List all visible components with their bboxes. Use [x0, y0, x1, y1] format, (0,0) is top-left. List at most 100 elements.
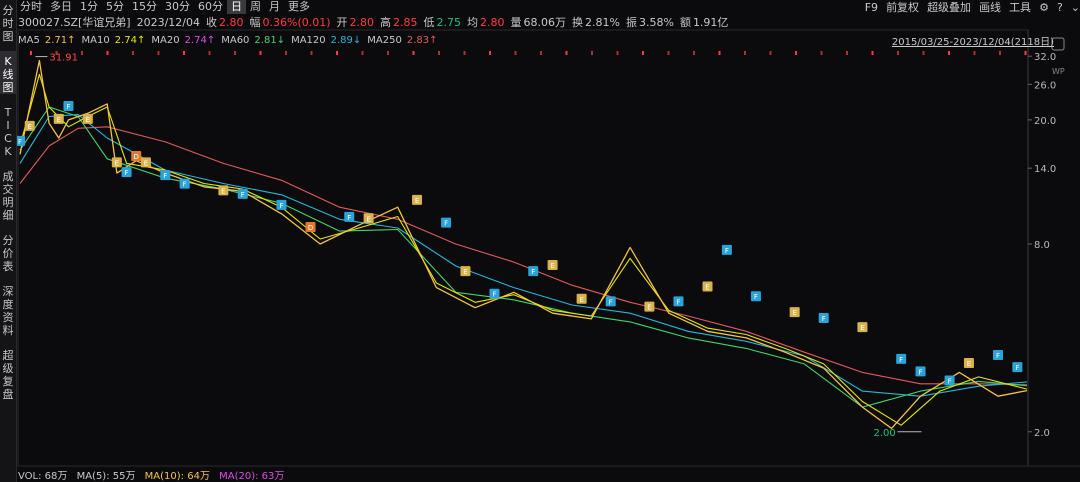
event-badge-letter-2: F: [66, 103, 70, 111]
event-badge-letter-27: E: [705, 284, 709, 292]
timeframe-tab-2[interactable]: 1分: [76, 0, 102, 14]
event-badge-letter-23: E: [579, 296, 583, 304]
ma-line-0: [19, 126, 1028, 386]
ma-legend-name-0: MA5: [18, 34, 40, 46]
side-tab-4[interactable]: 分价表: [0, 230, 16, 273]
event-badge-letter-12: F: [241, 191, 245, 199]
top-event-mark-8: [234, 51, 236, 55]
top-event-mark-31: [820, 51, 823, 55]
y-tick-label-0: 32.0: [1034, 52, 1056, 63]
side-tab-2[interactable]: TICK: [0, 102, 16, 158]
top-event-mark-34: [897, 51, 899, 55]
top-event-mark-39: [1024, 51, 1027, 55]
open-value: 2.80: [349, 15, 375, 29]
gear-icon[interactable]: ⚙: [1039, 1, 1049, 14]
top-event-mark-26: [693, 51, 695, 55]
event-badge-letter-15: F: [347, 214, 351, 222]
y-tick-label-2: 20.0: [1034, 116, 1056, 127]
event-badge-letter-37: F: [996, 352, 1000, 360]
event-badge-letter-17: E: [415, 197, 419, 205]
amount-value: 1.91亿: [692, 16, 729, 29]
stock-code-name[interactable]: 300027.SZ[华谊兄弟]: [18, 14, 131, 30]
side-tab-5[interactable]: 深度资料: [0, 281, 16, 337]
top-event-mark-16: [438, 51, 440, 55]
volume-label: 量: [510, 16, 522, 29]
date-range[interactable]: 2015/03/25-2023/12/04(2118日): [892, 33, 1054, 48]
event-badge-letter-13: F: [279, 202, 283, 210]
toolbar-item-0[interactable]: F9: [865, 1, 878, 14]
top-event-mark-19: [514, 51, 517, 55]
volume-value: 68.06万: [523, 16, 567, 29]
event-badge-letter-5: E: [115, 159, 119, 167]
top-event-mark-32: [846, 51, 848, 55]
toolbar-item-1[interactable]: 前复权: [886, 0, 919, 15]
event-badge-letter-0: F: [18, 138, 22, 146]
toolbar-item-2[interactable]: 超级叠加: [927, 0, 971, 15]
toolbar-item-3[interactable]: 画线: [979, 0, 1001, 15]
top-event-mark-29: [769, 51, 772, 55]
side-tab-1[interactable]: K线图: [0, 51, 16, 94]
amount-label: 额: [679, 16, 691, 29]
y-tick-label-4: 8.0: [1034, 240, 1050, 251]
timeframe-tab-3[interactable]: 5分: [102, 0, 128, 14]
event-badge-letter-36: E: [967, 360, 971, 368]
close-label: 收: [206, 16, 217, 29]
vol-value: VOL: 68万: [18, 471, 68, 482]
timeframe-tab-1[interactable]: 多日: [46, 0, 76, 14]
event-badge-letter-29: F: [754, 293, 758, 301]
top-event-mark-6: [183, 51, 185, 55]
side-tab-6[interactable]: 超级复盘: [0, 345, 16, 401]
event-badge-letter-20: F: [492, 291, 496, 299]
top-event-mark-7: [208, 51, 211, 55]
y-tick-label-5: 2.0: [1034, 428, 1050, 439]
top-event-mark-30: [795, 51, 797, 55]
event-badge-letter-10: F: [183, 181, 187, 189]
timeframe-tab-0[interactable]: 分时: [16, 0, 46, 14]
timeframe-tab-7[interactable]: 日: [227, 0, 246, 14]
toolbar-right-tools: F9 前复权 超级叠加 画线 工具 ⚙? ⌄: [857, 0, 1080, 15]
event-badge-letter-30: E: [792, 309, 796, 317]
ma-line-1: [19, 114, 1028, 397]
vol-ma10: MA(10): 64万: [144, 471, 210, 482]
top-event-mark-15: [412, 51, 415, 55]
side-tab-3[interactable]: 成交明细: [0, 166, 16, 222]
event-badge-letter-7: D: [134, 153, 139, 161]
timeframe-tab-5[interactable]: 30分: [161, 0, 194, 14]
event-badge-letter-8: E: [144, 159, 148, 167]
top-event-mark-11: [310, 51, 313, 55]
event-badge-letter-18: F: [444, 220, 448, 228]
top-event-mark-18: [489, 51, 491, 55]
event-badge-letter-16: E: [366, 215, 370, 223]
toolbar-item-4[interactable]: 工具: [1009, 0, 1031, 15]
ma-legend-name-3: MA60: [221, 34, 250, 46]
timeframe-tab-8[interactable]: 周: [246, 0, 265, 14]
event-badge-letter-26: F: [676, 298, 680, 306]
top-event-mark-5: [157, 51, 160, 55]
top-event-mark-33: [871, 51, 874, 55]
timeframe-tabs: 分时 多日 1分 5分 15分 30分 60分日周月更多: [16, 0, 314, 14]
ma-line-4: [19, 59, 1028, 430]
event-badge-letter-19: E: [463, 268, 467, 276]
timeframe-tab-4[interactable]: 15分: [128, 0, 161, 14]
avg-label: 均: [467, 16, 479, 29]
side-tab-bar: 分时图K线图TICK成交明细分价表深度资料超级复盘: [0, 0, 17, 482]
event-badge-letter-6: F: [125, 169, 129, 177]
kline-chart[interactable]: 32.026.020.014.08.02.031.912.00FEFE EEFDE…: [0, 0, 1080, 482]
vol-ma5: MA(5): 55万: [76, 471, 136, 482]
event-badge-letter-35: F: [948, 377, 952, 385]
plot-frame: [17, 29, 1029, 467]
high-value: 2.85: [393, 15, 418, 29]
timeframe-tab-10[interactable]: 更多: [284, 0, 314, 14]
low-label: 低: [423, 16, 435, 29]
event-badge-letter-33: F: [899, 356, 903, 364]
volume-legend: VOL: 68万 MA(5): 55万 MA(10): 64万 MA(20): …: [18, 467, 290, 482]
help-icon[interactable]: ?: [1057, 1, 1063, 14]
timeframe-tab-6[interactable]: 60分: [194, 0, 227, 14]
top-event-mark-17: [463, 51, 466, 55]
timeframe-tab-9[interactable]: 月: [265, 0, 284, 14]
expand-icon[interactable]: ⌄: [1071, 1, 1080, 14]
event-badge-letter-3: E: [57, 116, 61, 124]
y-tick-label-3: 14.0: [1034, 164, 1056, 175]
quote-bar: 300027.SZ[华谊兄弟] 2023/12/04 收 2.80 幅 0.36%(…: [18, 14, 734, 30]
ma-legend-value-1: 2.74↑: [114, 34, 146, 46]
